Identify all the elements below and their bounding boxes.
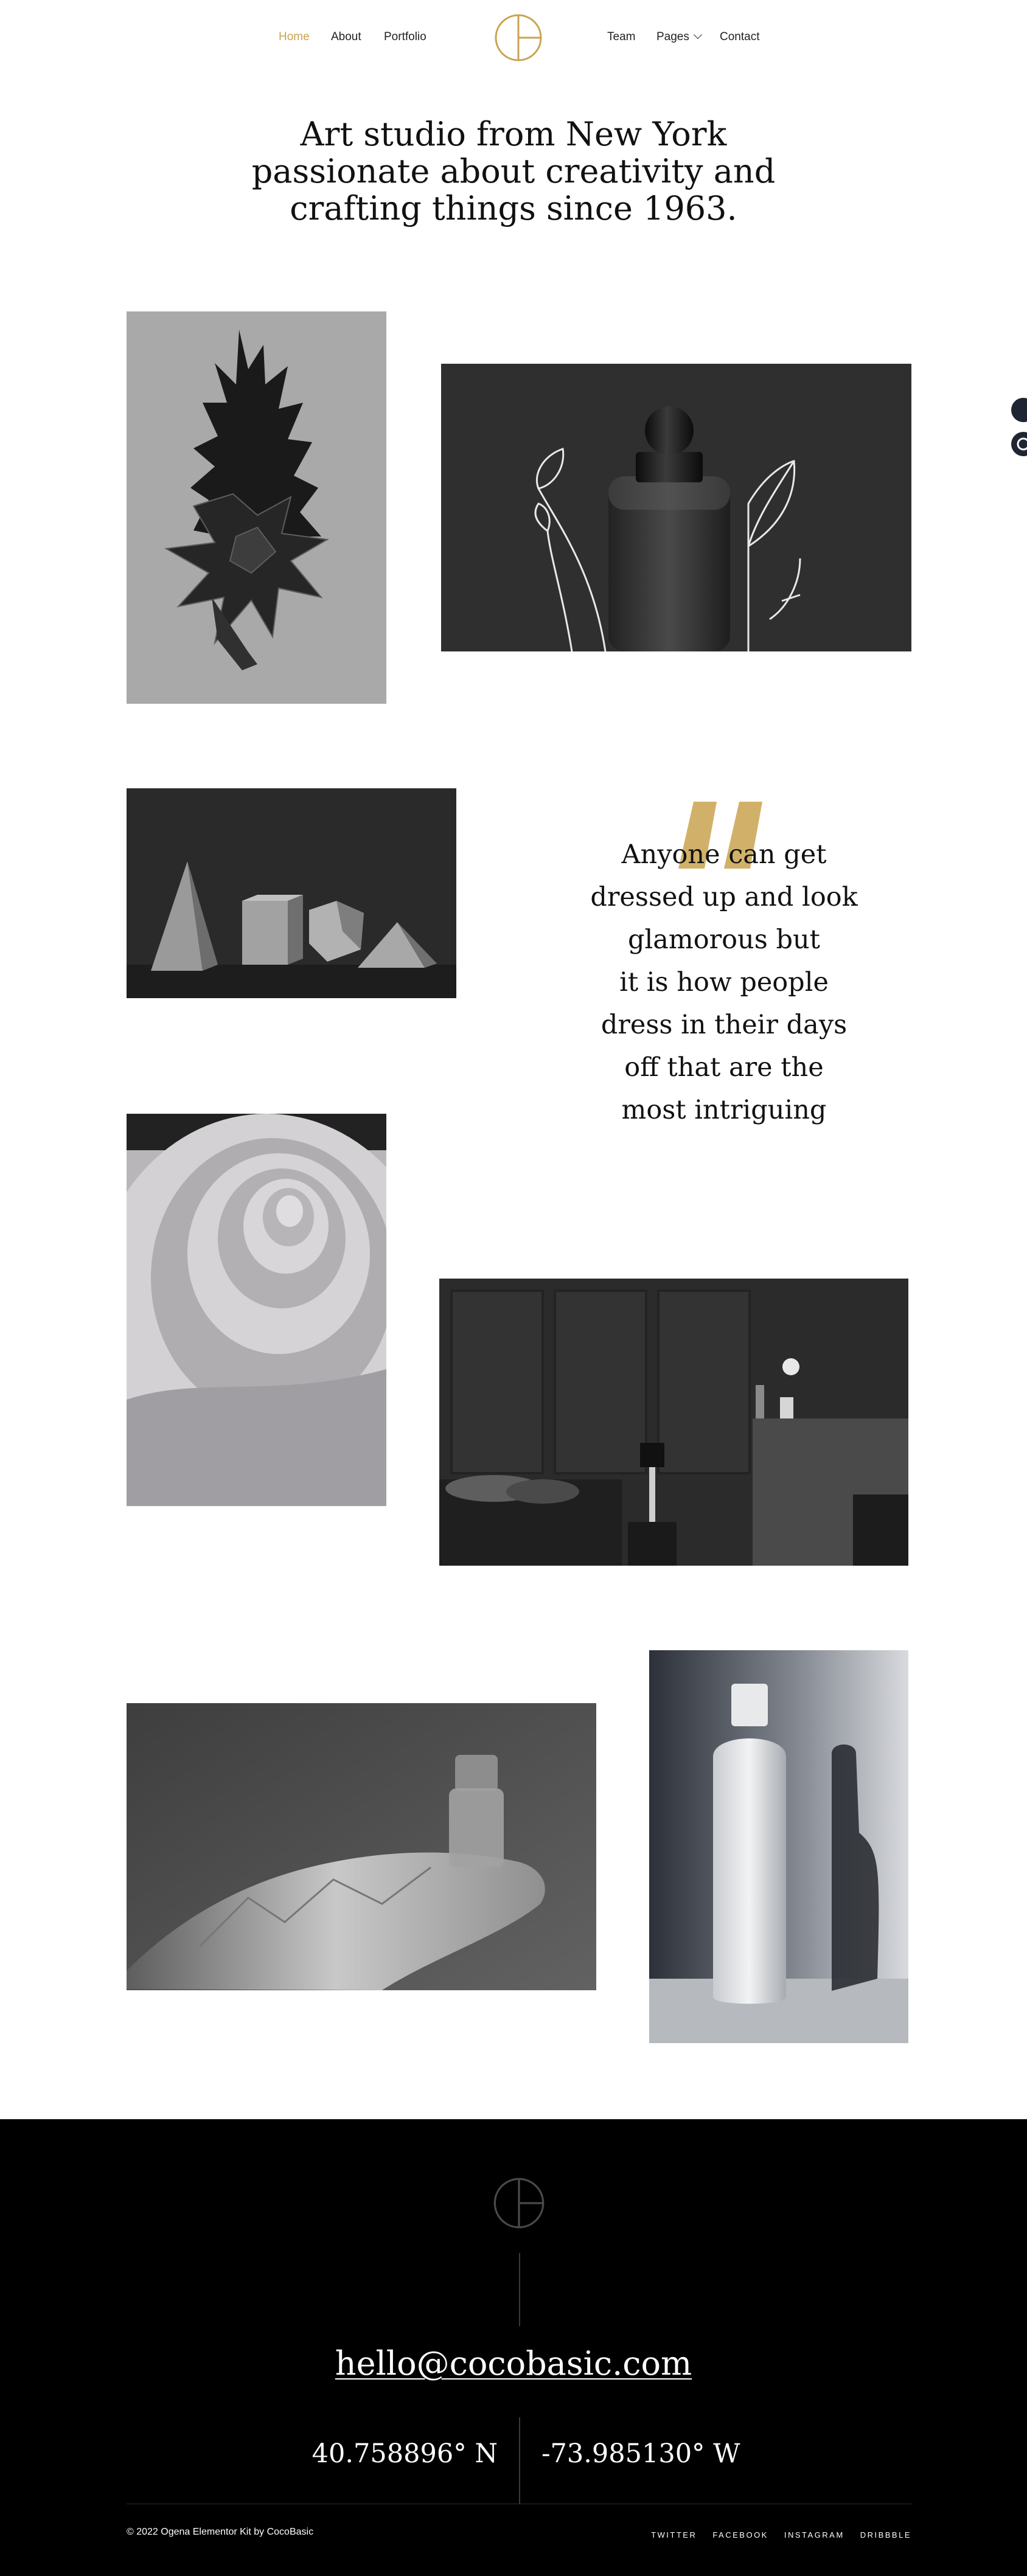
circle-monogram-logo-icon[interactable] bbox=[494, 13, 543, 63]
quote-line-2: dressed up and look bbox=[590, 882, 858, 912]
quote-line-4: it is how people bbox=[619, 967, 829, 998]
pineapple-silhouette-image[interactable] bbox=[127, 311, 386, 704]
footer-copyright: © 2022 Ogena Elementor Kit by CocoBasic bbox=[127, 2527, 314, 2537]
nav-team[interactable]: Team bbox=[607, 30, 635, 44]
quote-line-5: dress in their days bbox=[601, 1010, 848, 1040]
footer-longitude: -73.985130° W bbox=[541, 2439, 740, 2469]
nav-contact[interactable]: Contact bbox=[720, 30, 759, 44]
bottle-on-rock-image[interactable] bbox=[127, 1703, 596, 1990]
nav-portfolio[interactable]: Portfolio bbox=[384, 30, 426, 44]
dropper-bottle-image[interactable] bbox=[441, 364, 911, 651]
social-dribbble-link[interactable]: DRIBBBLE bbox=[860, 2530, 911, 2540]
footer-social-links: TWITTER FACEBOOK INSTAGRAM DRIBBBLE bbox=[651, 2530, 911, 2540]
footer-coordinates-divider bbox=[519, 2417, 520, 2504]
footer-email-link[interactable]: hello@cocobasic.com bbox=[0, 2344, 1027, 2383]
geometric-shapes-image[interactable] bbox=[127, 788, 456, 998]
hero-line-2: passionate about creativity and bbox=[251, 152, 776, 190]
hero-heading: Art studio from New York passionate abou… bbox=[209, 116, 818, 227]
chevron-down-icon bbox=[693, 30, 702, 40]
spiral-staircase-image[interactable] bbox=[127, 1114, 386, 1506]
quote-line-3: glamorous but bbox=[628, 925, 820, 955]
nav-pages-label: Pages bbox=[656, 30, 689, 43]
nav-about[interactable]: About bbox=[331, 30, 361, 44]
white-bottle-image[interactable] bbox=[649, 1650, 908, 2043]
social-instagram-link[interactable]: INSTAGRAM bbox=[784, 2530, 844, 2540]
quote-line-1: Anyone can get bbox=[621, 839, 827, 870]
testimonial-quote: Anyone can get dressed up and look glamo… bbox=[572, 833, 876, 1131]
side-widget-buttons[interactable] bbox=[1010, 397, 1027, 459]
social-facebook-link[interactable]: FACEBOOK bbox=[712, 2530, 768, 2540]
nav-home[interactable]: Home bbox=[279, 30, 310, 44]
footer-logo-icon[interactable] bbox=[493, 2176, 545, 2230]
footer-divider-vertical bbox=[519, 2253, 520, 2326]
site-header: Home About Portfolio Team Pages Contact bbox=[0, 0, 1027, 76]
social-twitter-link[interactable]: TWITTER bbox=[651, 2530, 697, 2540]
hero-line-3: crafting things since 1963. bbox=[290, 189, 737, 227]
dark-interior-image[interactable] bbox=[439, 1279, 908, 1566]
footer-latitude: 40.758896° N bbox=[312, 2439, 498, 2469]
quote-line-7: most intriguing bbox=[621, 1095, 827, 1125]
site-footer: hello@cocobasic.com 40.758896° N -73.985… bbox=[0, 2119, 1027, 2576]
quote-line-6: off that are the bbox=[624, 1052, 824, 1083]
hero-line-1: Art studio from New York bbox=[300, 115, 727, 153]
nav-pages[interactable]: Pages bbox=[656, 30, 702, 44]
